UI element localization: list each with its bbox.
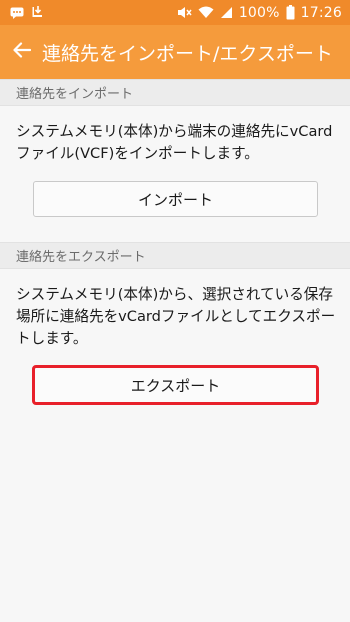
- download-icon: [32, 6, 44, 19]
- export-button-label: エクスポート: [130, 376, 221, 395]
- mute-icon: [177, 6, 192, 19]
- battery-percent: 100%: [238, 4, 280, 21]
- export-section-title: 連絡先をエクスポート: [16, 250, 146, 265]
- import-description: システムメモリ(本体)から端末の連絡先にvCardファイル(VCF)をインポート…: [16, 123, 333, 162]
- message-icon: [10, 7, 24, 19]
- page-title: 連絡先をインポート/エクスポート: [42, 42, 333, 65]
- export-section-header: 連絡先をエクスポート: [0, 242, 350, 269]
- app-bar: 連絡先をインポート/エクスポート: [0, 25, 350, 79]
- clock: 17:26: [300, 4, 342, 21]
- import-section-title: 連絡先をインポート: [16, 87, 134, 102]
- import-button[interactable]: インポート: [33, 181, 318, 217]
- export-description: システムメモリ(本体)から、選択されている保存場所に連絡先をvCardファイルと…: [16, 286, 336, 347]
- signal-icon: [220, 6, 233, 19]
- arrow-left-icon: [13, 42, 32, 62]
- import-section-header: 連絡先をインポート: [0, 79, 350, 106]
- status-bar: 100% 17:26: [0, 0, 350, 25]
- battery-icon: [286, 5, 295, 20]
- export-button[interactable]: エクスポート: [33, 367, 318, 403]
- back-button[interactable]: [2, 25, 42, 79]
- wifi-icon: [198, 6, 214, 19]
- import-button-label: インポート: [137, 190, 213, 209]
